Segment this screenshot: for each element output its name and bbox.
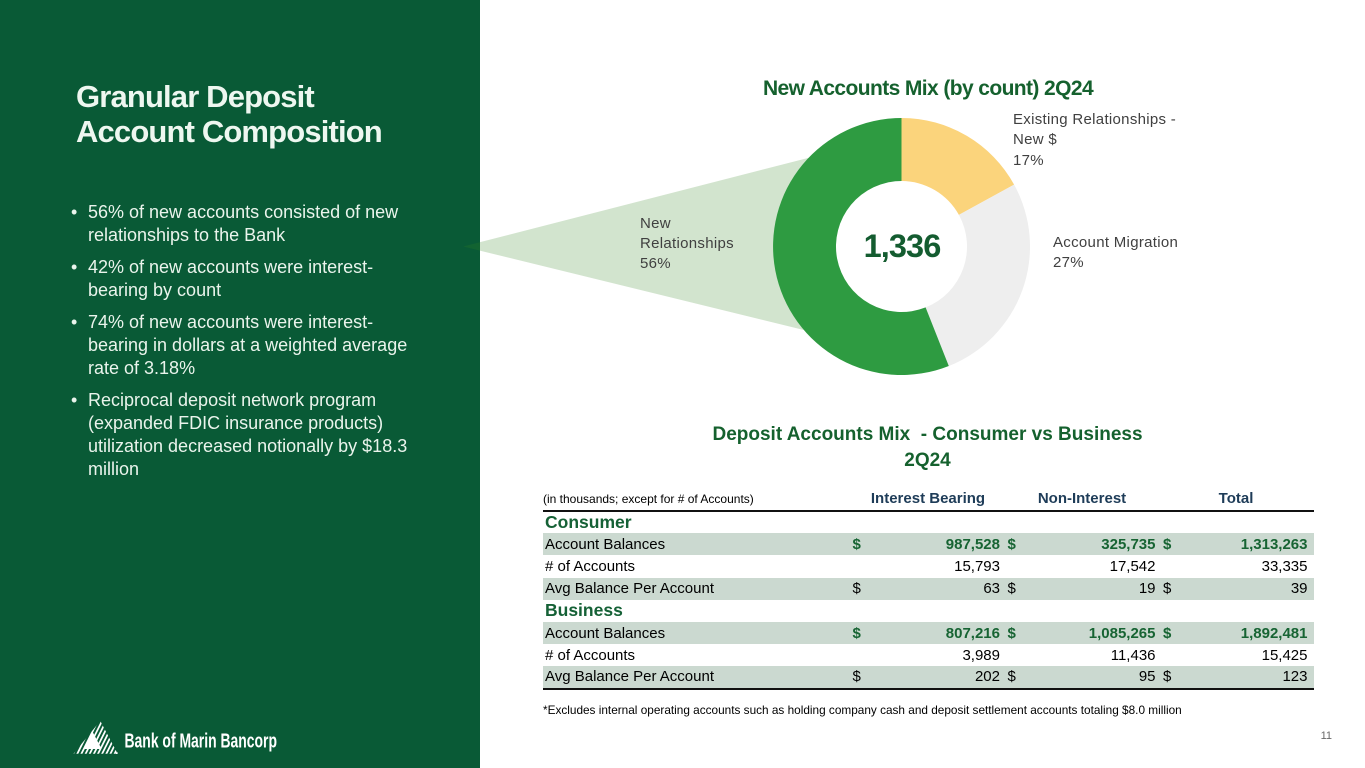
svg-text:Bank of Marin Bancorp: Bank of Marin Bancorp [125, 729, 277, 752]
